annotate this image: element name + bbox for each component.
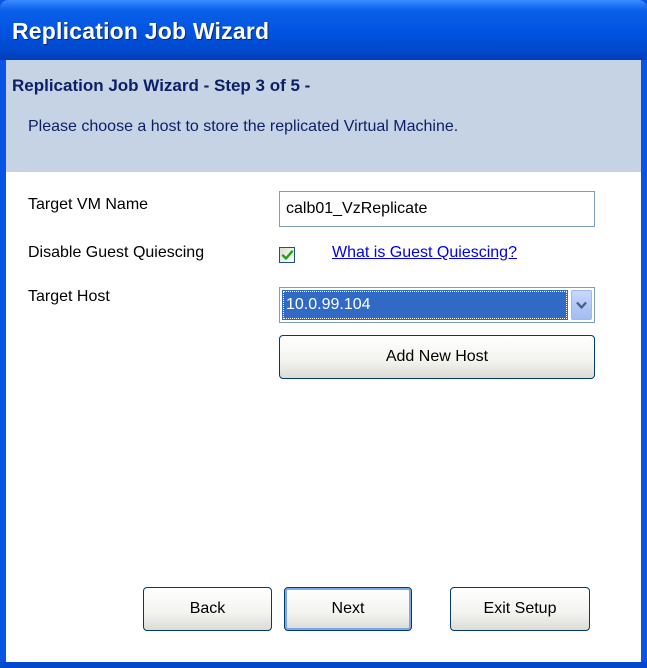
guest-quiescing-help-link[interactable]: What is Guest Quiescing? — [332, 244, 517, 262]
target-host-label: Target Host — [28, 288, 110, 305]
window-bottom-border — [0, 662, 647, 668]
target-vm-name-input[interactable]: calb01_VzReplicate — [279, 191, 595, 227]
wizard-window: Replication Job Wizard Replication Job W… — [0, 0, 647, 668]
next-button[interactable]: Next — [284, 587, 412, 631]
check-icon — [281, 250, 294, 260]
title-bar[interactable]: Replication Job Wizard — [0, 0, 647, 60]
disable-quiescing-checkbox[interactable] — [279, 247, 295, 263]
exit-setup-button[interactable]: Exit Setup — [450, 587, 590, 631]
step-description: Please choose a host to store the replic… — [28, 118, 459, 135]
add-new-host-button[interactable]: Add New Host — [279, 335, 595, 379]
back-button[interactable]: Back — [143, 587, 272, 631]
window-title: Replication Job Wizard — [12, 18, 270, 44]
dropdown-button[interactable] — [571, 290, 592, 320]
target-host-select[interactable]: 10.0.99.104 — [279, 287, 595, 323]
step-title: Replication Job Wizard - Step 3 of 5 - — [12, 76, 311, 95]
disable-quiescing-label: Disable Guest Quiescing — [28, 244, 205, 261]
target-host-selected-value: 10.0.99.104 — [282, 290, 568, 320]
wizard-header: Replication Job Wizard - Step 3 of 5 - P… — [6, 60, 641, 172]
wizard-content: Replication Job Wizard - Step 3 of 5 - P… — [6, 60, 641, 662]
chevron-down-icon — [576, 301, 587, 309]
target-vm-name-label: Target VM Name — [28, 196, 149, 213]
